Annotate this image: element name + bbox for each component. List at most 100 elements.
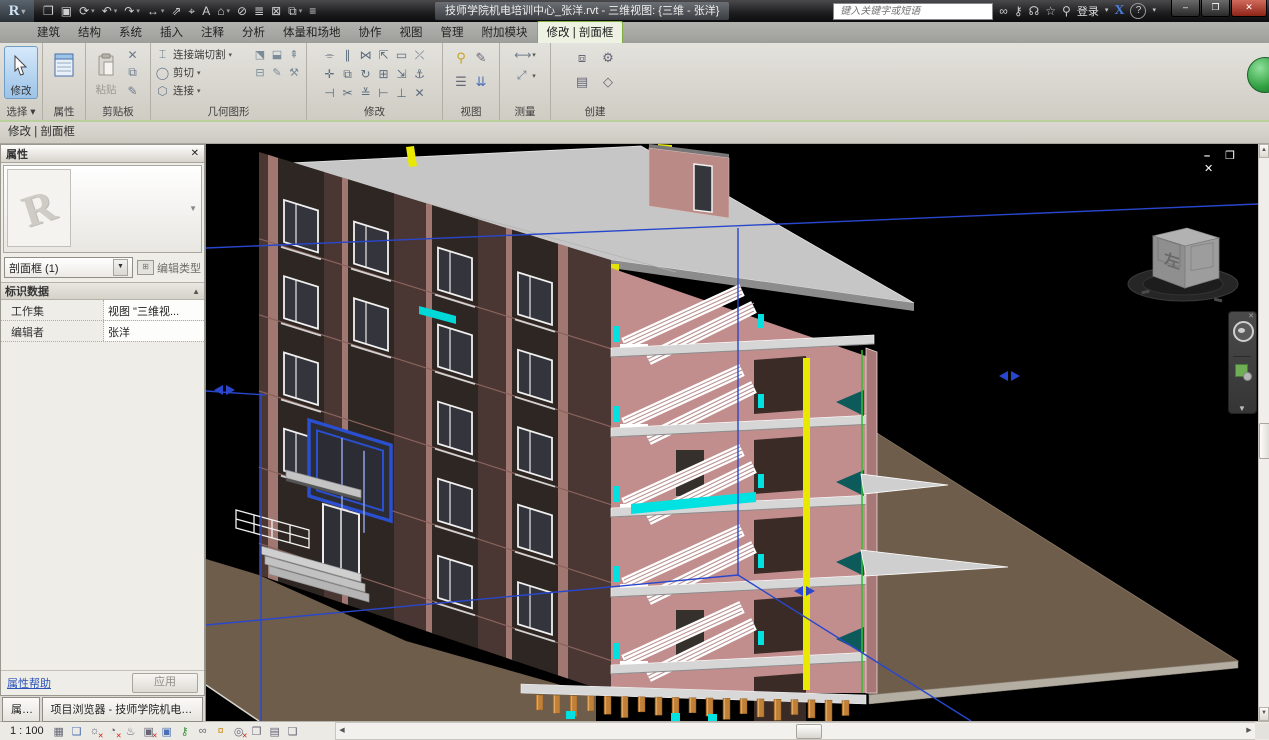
view-control-icon-visual-style[interactable]: ❑ [69, 724, 85, 739]
model-3d-view[interactable]: 左 [206, 144, 1258, 721]
horizontal-scroll-thumb[interactable] [796, 724, 822, 739]
properties-palette-button[interactable] [47, 46, 81, 82]
steering-wheel-icon[interactable] [1233, 321, 1254, 342]
vertical-scrollbar[interactable]: ▲ ▼ [1258, 144, 1269, 721]
modify-tool-icon-cut-profile[interactable]: ⤫ [415, 48, 425, 63]
match-type-icon[interactable]: ✎ [125, 84, 140, 98]
horizontal-scrollbar[interactable]: ◀ ▶ [335, 722, 1255, 740]
create-parts-icon[interactable]: ◇ [603, 74, 613, 90]
demolish-hammer-icon[interactable]: ⚒ [289, 66, 299, 79]
qat-icon-section[interactable]: ⊘ [234, 2, 250, 20]
demolish-icon[interactable]: ⬓ [272, 48, 282, 61]
modify-tool-icon-trim[interactable]: ⊣ [324, 86, 334, 100]
join-geometry[interactable]: ⬡连接▾ [155, 82, 249, 99]
modify-tool-icon-match[interactable]: ≚ [360, 86, 370, 100]
linework-icon[interactable]: ☰ [455, 74, 467, 90]
type-preview[interactable]: R ▼ [3, 165, 202, 253]
panel-label-measure[interactable]: 测量 [500, 106, 550, 120]
view-control-icon-worksharing-display[interactable]: ◎ [231, 724, 247, 739]
measure-along-element-icon[interactable]: ⤢▾ [514, 67, 536, 84]
help-icon[interactable]: ? [1130, 3, 1146, 19]
search-input[interactable] [838, 5, 988, 18]
close-button[interactable]: ✕ [1231, 0, 1267, 17]
modify-tool-icon-wall-joins[interactable]: ⊢ [378, 86, 388, 100]
qat-icon-thin-lines[interactable]: ≣ [251, 2, 267, 20]
cut-icon[interactable]: ✕ [125, 48, 140, 62]
edited-by-value[interactable]: 张洋 [104, 321, 204, 341]
tab-project-browser[interactable]: 项目浏览器 - 技师学院机电培训... [42, 697, 204, 722]
modify-tool-icon-delete[interactable]: ✕ [414, 86, 424, 100]
modify-tool-icon-extend[interactable]: ⇱ [378, 48, 388, 62]
view-control-icon-reveal-hidden-elements[interactable]: ¤ [213, 724, 229, 739]
panel-label-create[interactable]: 创建 [551, 106, 639, 120]
align-label-icon[interactable]: ⇞ [289, 48, 298, 61]
panel-label-select[interactable]: 选择 ▾ [0, 106, 42, 120]
modify-tool-icon-move[interactable]: ✛ [324, 67, 334, 81]
qat-icon-text[interactable]: A [199, 2, 213, 20]
ribbon-tab[interactable]: 协作 [350, 22, 391, 43]
view-window-controls[interactable]: – ❐ ✕ [1204, 149, 1258, 175]
copy-icon[interactable]: ⧉ [125, 65, 140, 80]
workset-value[interactable]: 视图 "三维视... [104, 300, 204, 320]
type-selector-dropdown-icon[interactable]: ▼ [113, 259, 128, 276]
minimize-button[interactable]: – [1171, 0, 1200, 17]
view-control-icon-show-crop-region[interactable]: ▣ [159, 724, 175, 739]
view-control-icon-temporary-hide-isolate[interactable]: ∞ [195, 724, 211, 739]
search-icon[interactable]: ∞ [999, 0, 1008, 22]
qat-icon-customize-qat[interactable]: ≡ [306, 2, 319, 20]
ribbon-tab[interactable]: 管理 [432, 22, 473, 43]
ribbon-tab[interactable]: 体量和场地 [274, 22, 350, 43]
panel-label-view[interactable]: 视图 [443, 106, 499, 120]
qat-icon-undo[interactable]: ↶ [99, 2, 121, 20]
create-group-icon[interactable]: ⧈ [578, 50, 586, 66]
beam-join-end-cuts[interactable]: ⌶连接端切割▾ [155, 46, 249, 63]
panel-label-clipboard[interactable]: 剪贴板 [86, 106, 150, 120]
qat-icon-sync-with-central[interactable]: ⟳ [76, 2, 98, 20]
view-control-icon-detail-level[interactable]: ▦ [51, 724, 67, 739]
ribbon-tab[interactable]: 附加模块 [473, 22, 537, 43]
modify-tool-icon-split[interactable]: ✂ [342, 86, 352, 100]
view-control-icon-show-rendering-dialog[interactable]: ♨ [123, 724, 139, 739]
modify-tool-icon-array[interactable]: ⊞ [378, 67, 388, 81]
help-search-box[interactable] [833, 3, 993, 20]
panel-label-geometry[interactable]: 几何图形 [151, 106, 306, 120]
preview-dropdown-icon[interactable]: ▼ [189, 204, 197, 213]
collapse-chevron-icon[interactable]: ▲ [192, 287, 200, 296]
exchange-apps-icon[interactable]: X [1114, 3, 1124, 19]
paint-icon[interactable]: ✎ [272, 66, 281, 79]
cut-geometry[interactable]: ◯剪切▾ [155, 64, 249, 81]
vertical-scroll-thumb[interactable] [1259, 423, 1269, 459]
qat-icon-switch-windows[interactable]: ⧉ [285, 2, 305, 20]
hide-icon[interactable]: ⇊ [476, 74, 487, 90]
type-selector[interactable]: 剖面框 (1) ▼ [4, 257, 133, 278]
ribbon-tab[interactable]: 视图 [391, 22, 432, 43]
modify-tool-icon-copy[interactable]: ⧉ [343, 67, 352, 82]
qat-icon-save[interactable]: ▣ [58, 2, 75, 20]
modify-tool-icon-rotate[interactable]: ↻ [360, 67, 370, 81]
qat-icon-tag-by-category[interactable]: ⌖ [185, 2, 198, 20]
create-assembly-icon[interactable]: ▤ [576, 74, 588, 90]
application-menu-button[interactable]: R▾ [0, 0, 34, 22]
modify-tool-icon-mirror[interactable]: ⋈ [360, 48, 372, 62]
create-similar-icon[interactable]: ⚙ [602, 50, 614, 66]
panel-label-properties[interactable]: 属性 [43, 106, 85, 120]
override-graphics-icon[interactable]: ✎ [476, 50, 487, 66]
wall-sweep-icon[interactable]: ⬔ [255, 48, 265, 61]
drawing-area[interactable]: 左 – ❐ ✕ ✕ ▼ [206, 144, 1258, 721]
qat-icon-close-inactive-windows[interactable]: ⊠ [268, 2, 284, 20]
scroll-down-icon[interactable]: ▼ [1259, 707, 1269, 721]
restore-button[interactable]: ❐ [1201, 0, 1230, 17]
ribbon-tab[interactable]: 结构 [69, 22, 110, 43]
sign-in-label[interactable]: 登录 [1077, 3, 1099, 19]
subscription-icon[interactable]: ⚷ [1014, 0, 1023, 22]
view-control-icon-shadows-off[interactable]: ◔ [105, 724, 121, 739]
qat-icon-measure[interactable]: ↔ [144, 2, 168, 20]
ribbon-tab[interactable]: 分析 [233, 22, 274, 43]
navbar-close-icon[interactable]: ✕ [1248, 312, 1254, 320]
modify-tool-icon-unpin[interactable]: ⊥ [396, 86, 406, 100]
ribbon-tab[interactable]: 建筑 [28, 22, 69, 43]
lightbulb-icon[interactable]: ⚲ [456, 50, 466, 66]
ribbon-tab[interactable]: 修改 | 剖面框 [537, 21, 624, 43]
scroll-up-icon[interactable]: ▲ [1259, 144, 1269, 158]
navigation-bar[interactable]: ✕ ▼ [1228, 311, 1257, 414]
